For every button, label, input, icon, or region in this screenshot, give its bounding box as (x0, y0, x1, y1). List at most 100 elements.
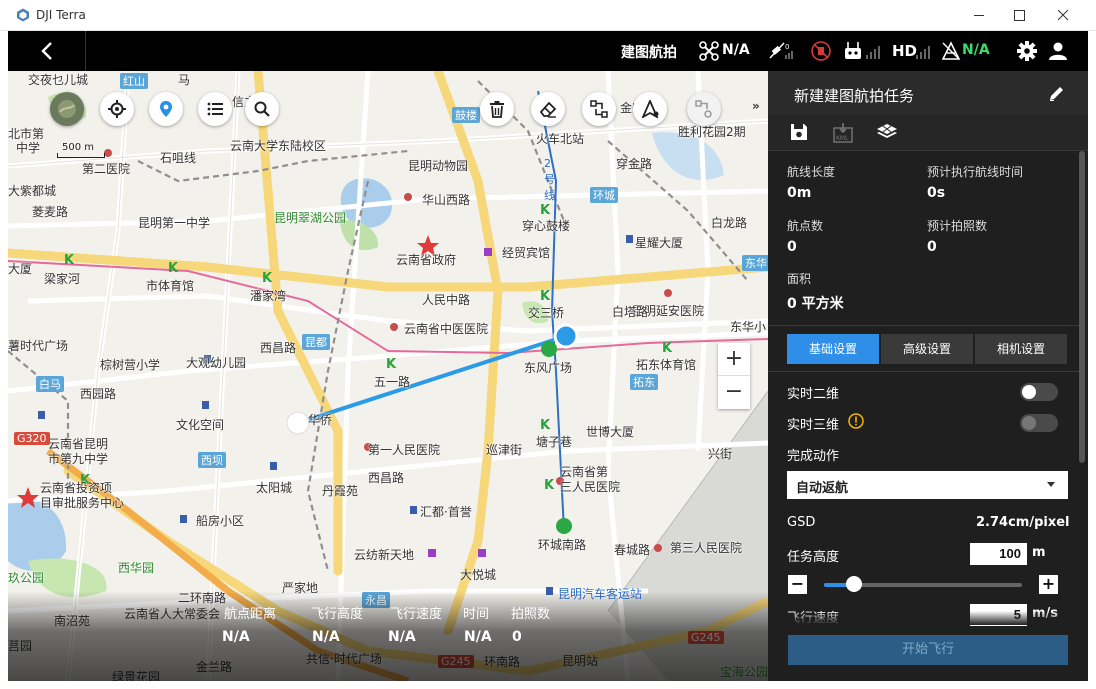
list-button[interactable] (198, 92, 232, 126)
rtk-icon (941, 41, 961, 60)
map-place-label: 昆明动物园 (408, 159, 469, 173)
import-kml-icon[interactable]: KML (832, 123, 854, 143)
map-area-tag: 拓东 (630, 374, 658, 390)
panel-divider (768, 325, 1080, 326)
map-scale-label: 500 m (62, 142, 95, 153)
realtime-2d-toggle[interactable] (1020, 383, 1058, 401)
tab-camera-settings[interactable]: 相机设置 (975, 334, 1067, 364)
panel-header: 新建建图航拍任务 (768, 71, 1088, 115)
map-place-label: 人民中路 (422, 293, 471, 307)
user-profile-icon[interactable] (1047, 40, 1069, 62)
map-place-label: 西昌路 (260, 341, 297, 355)
app-topbar: 建图航拍 N/A 0 HD N/A (8, 31, 1088, 71)
map-place-label: 中学 (16, 141, 41, 155)
map-pin-icon (160, 101, 172, 117)
svg-text:K: K (544, 478, 555, 493)
finish-action-label: 完成动作 (787, 449, 840, 464)
zoom-in-button[interactable]: + (718, 343, 750, 376)
map-place-label: 石咀线 (160, 151, 197, 165)
gsd-value: 2.74cm/pixel (976, 515, 1070, 530)
hd-signal-icon (916, 46, 930, 59)
dji-terra-window: DJI Terra 建图航拍 N/A 0 HD N/A K K K K K K … (0, 0, 1096, 689)
map-place-label: 巡津街 (486, 443, 523, 457)
eraser-icon (539, 101, 557, 118)
settings-gear-icon[interactable] (1016, 40, 1038, 62)
mission-altitude-input[interactable] (970, 543, 1027, 565)
map-view[interactable]: KKK KKK KKK K 2 号 线 北市第 中学 第二医院 云南大学东陆校区… (8, 71, 768, 681)
altitude-increase-button[interactable]: + (1039, 575, 1058, 594)
zoom-out-button[interactable]: − (718, 376, 750, 409)
map-place-label: 三人民医院 (560, 480, 621, 494)
map-place-label: 华侨 (308, 413, 333, 427)
realtime-3d-toggle[interactable] (1020, 414, 1058, 432)
map-place-label: 梁家河 (44, 272, 81, 286)
map-place-label: 第二医院 (82, 162, 131, 176)
map-place-label: 五一路 (374, 375, 411, 389)
map-place-label: 东风广场 (524, 361, 573, 375)
map-search-button[interactable] (245, 92, 279, 126)
svg-text:号: 号 (544, 173, 555, 186)
window-titlebar: DJI Terra (0, 0, 1096, 31)
map-place-label: 大紫都城 (8, 184, 57, 198)
finish-action-dropdown[interactable]: 自动返航 (787, 471, 1068, 499)
mission-mode-label: 建图航拍 (621, 45, 677, 61)
map-place-label: 第一人民医院 (368, 443, 441, 457)
swap-waypoints-icon (590, 100, 608, 118)
edit-pencil-icon[interactable] (1048, 84, 1066, 102)
map-place-label: 汇都·首誉 (420, 505, 472, 519)
rtk-status: N/A (962, 42, 990, 58)
maximize-icon[interactable] (996, 0, 1042, 31)
stat-waypoint-distance-label: 航点距离 (224, 607, 277, 622)
stat-time-label: 时间 (463, 607, 490, 622)
aircraft-direction-button[interactable] (633, 92, 667, 126)
warning-icon[interactable] (848, 413, 864, 429)
map-layer-satellite-button[interactable] (50, 92, 84, 126)
layers-grid-icon[interactable] (876, 123, 898, 141)
map-place-label: 春城路 (614, 543, 651, 557)
map-place-label: 穿金路 (616, 157, 653, 171)
map-area-tag: 白马 (36, 376, 64, 392)
mission-settings-panel: 新建建图航拍任务 KML 航线长度 0m 预计执行航线时间 0s 航点数 0 预… (768, 71, 1088, 681)
map-place-label: 交夜乜儿城 (28, 73, 89, 87)
close-icon[interactable] (1040, 0, 1086, 31)
reverse-route-button[interactable] (582, 92, 616, 126)
map-place-label: 太阳城 (256, 481, 293, 495)
delete-waypoints-button[interactable] (480, 92, 514, 126)
map-place-label: 云纺新天地 (354, 548, 415, 562)
map-place-label: 交三桥 (528, 306, 565, 320)
map-area-tag: 红山 (120, 73, 148, 89)
panel-scrollbar[interactable] (1079, 151, 1085, 463)
stat-time-value: N/A (464, 629, 492, 645)
map-place-label: 东华小 (730, 320, 767, 334)
back-arrow-icon[interactable] (36, 39, 60, 63)
svg-text:K: K (662, 341, 673, 356)
altitude-slider-handle[interactable] (845, 576, 862, 592)
locate-button[interactable] (100, 92, 134, 126)
tab-advanced-settings[interactable]: 高级设置 (881, 334, 973, 364)
svg-text:K: K (64, 253, 75, 268)
altitude-decrease-button[interactable]: − (788, 575, 807, 594)
tab-basic-settings[interactable]: 基础设置 (787, 334, 879, 364)
map-place-label: 薯时代广场 (8, 339, 69, 353)
list-icon (207, 102, 223, 116)
svg-text:K: K (386, 357, 397, 372)
map-place-label: 拓东体育馆 (636, 358, 697, 372)
map-toolbar-collapse[interactable]: » (752, 99, 760, 113)
map-place-label: 云南省政府 (396, 253, 457, 267)
route-tool-disabled-button[interactable] (687, 92, 721, 126)
map-place-label: 兴街 (708, 447, 733, 461)
waypoint-count-value: 0 (787, 239, 797, 255)
map-place-label: 菱麦路 (32, 205, 69, 219)
map-area-tag: 西坝 (198, 452, 226, 468)
location-pin-button[interactable] (149, 92, 183, 126)
map-place-label: 华山西路 (422, 193, 471, 207)
map-place-label: 棕树营小学 (100, 358, 161, 372)
map-place-label: 星耀大厦 (635, 236, 684, 250)
save-icon[interactable] (790, 123, 808, 141)
map-place-label: 环城南路 (538, 538, 587, 552)
svg-text:K: K (262, 271, 273, 286)
eraser-button[interactable] (531, 92, 565, 126)
map-place-label: 西华园 (118, 561, 155, 575)
panel-toolbar: KML (768, 115, 1088, 151)
start-flight-button[interactable]: 开始飞行 (788, 635, 1068, 665)
